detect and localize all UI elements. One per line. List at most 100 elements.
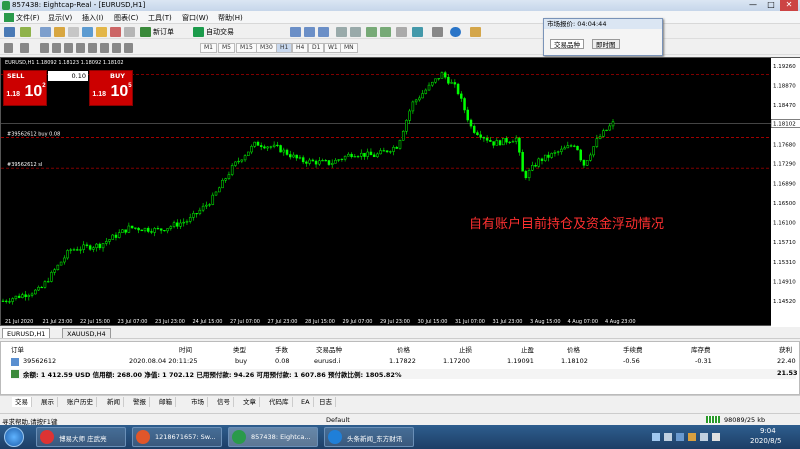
cursor-icon[interactable] (4, 43, 13, 53)
tf-mn[interactable]: MN (340, 43, 358, 53)
label-icon[interactable] (112, 43, 121, 53)
col-price[interactable]: 价格 (397, 344, 410, 354)
channel-icon[interactable] (76, 43, 85, 53)
tools-icon[interactable] (124, 27, 135, 37)
text-icon[interactable] (100, 43, 109, 53)
menu-charts[interactable]: 图表(C) (114, 13, 138, 23)
auto-trading-icon[interactable] (193, 27, 204, 37)
start-button[interactable] (4, 427, 24, 447)
col-commission[interactable]: 手续费 (623, 344, 643, 354)
editor-icon[interactable] (110, 27, 121, 37)
tab-symbols[interactable]: 交易品种 (550, 39, 584, 49)
clock-date[interactable]: 2020/8/5 (750, 437, 781, 445)
sell-button[interactable]: SELL 1.18 102 (3, 70, 47, 106)
tab-exposure[interactable]: 展示 (38, 397, 58, 407)
tab-alerts[interactable]: 警报 (130, 397, 150, 407)
trend-line-icon[interactable] (64, 43, 73, 53)
tab-trade[interactable]: 交易 (12, 397, 32, 407)
maximize-button[interactable]: □ (762, 0, 780, 11)
chart-tab-xauusd[interactable]: XAUUSD,H4 (62, 328, 111, 338)
close-button[interactable]: ✕ (780, 0, 798, 11)
col-type[interactable]: 类型 (233, 344, 246, 354)
zoom-in-icon[interactable] (336, 27, 347, 37)
market-watch-window[interactable]: 市场报价: 04:04:44 交易品种 即时图 (543, 18, 663, 56)
volume-input[interactable]: 0.10 (48, 71, 88, 81)
minimize-button[interactable]: — (744, 0, 762, 11)
tf-m5[interactable]: M5 (218, 43, 235, 53)
col-sl[interactable]: 止损 (459, 344, 472, 354)
tester-icon[interactable] (96, 27, 107, 37)
network-icon[interactable] (700, 433, 708, 441)
new-order-button[interactable]: 新订单 (153, 27, 174, 37)
tf-m30[interactable]: M30 (256, 43, 277, 53)
market-watch-icon[interactable] (40, 27, 51, 37)
crosshair-icon[interactable] (20, 43, 29, 53)
menu-view[interactable]: 显示(V) (48, 13, 72, 23)
volume-icon[interactable] (712, 433, 720, 441)
vertical-line-icon[interactable] (40, 43, 49, 53)
tray-icon[interactable] (664, 433, 672, 441)
tray-icon[interactable] (676, 433, 684, 441)
tile-icon[interactable] (366, 27, 377, 37)
new-order-icon[interactable] (140, 27, 151, 37)
autoscroll-icon[interactable] (380, 27, 391, 37)
tf-h4[interactable]: H4 (292, 43, 309, 53)
tab-articles[interactable]: 文章 (240, 397, 260, 407)
tab-signals[interactable]: 信号 (214, 397, 234, 407)
new-chart-icon[interactable] (4, 27, 15, 37)
candle-chart-icon[interactable] (304, 27, 315, 37)
tab-ea[interactable]: EA (298, 397, 314, 407)
col-order[interactable]: 订单 (11, 344, 24, 354)
table-row[interactable]: 39562612 2020.08.04 20:11:25 buy 0.08 eu… (11, 357, 796, 367)
history-icon[interactable] (450, 27, 461, 37)
navigator-icon[interactable] (68, 27, 79, 37)
tab-mailbox[interactable]: 邮箱 (156, 397, 176, 407)
cell-sl[interactable]: 1.17200 (443, 357, 470, 365)
tf-h1[interactable]: H1 (276, 43, 293, 53)
cell-tp[interactable]: 1.19091 (507, 357, 534, 365)
arrows-icon[interactable] (124, 43, 133, 53)
tab-history[interactable]: 账户历史 (64, 397, 97, 407)
col-profit[interactable]: 获利 (779, 344, 792, 354)
auto-trading-button[interactable]: 自动交易 (206, 27, 234, 37)
taskbar-item-chat[interactable]: 1218671657: Sw... (132, 427, 222, 447)
fibo-icon[interactable] (88, 43, 97, 53)
tf-d1[interactable]: D1 (308, 43, 325, 53)
menu-file[interactable]: 文件(F) (16, 13, 40, 23)
terminal-icon[interactable] (82, 27, 93, 37)
indicators-icon[interactable] (412, 27, 423, 37)
tab-tick-chart[interactable]: 即时图 (592, 39, 620, 49)
menu-insert[interactable]: 插入(I) (82, 13, 104, 23)
line-chart-icon[interactable] (318, 27, 329, 37)
taskbar-item-boyi[interactable]: 博易大师 庄武亮 (36, 427, 126, 447)
col-tp[interactable]: 止盈 (521, 344, 534, 354)
clock-time[interactable]: 9:04 (760, 427, 776, 435)
templates-icon[interactable] (470, 27, 481, 37)
data-window-icon[interactable] (54, 27, 65, 37)
tab-journal[interactable]: 日志 (316, 397, 336, 407)
col-symbol[interactable]: 交易品种 (316, 344, 342, 354)
tab-codebase[interactable]: 代码库 (266, 397, 293, 407)
menu-window[interactable]: 窗口(W) (182, 13, 208, 23)
tray-icon[interactable] (652, 433, 660, 441)
taskbar-item-mt4[interactable]: 857438: Eightca... (228, 427, 318, 447)
tf-m1[interactable]: M1 (200, 43, 217, 53)
zoom-out-icon[interactable] (350, 27, 361, 37)
chart-shift-icon[interactable] (396, 27, 407, 37)
tab-market[interactable]: 市场 (188, 397, 208, 407)
buy-button[interactable]: BUY 1.18 105 (89, 70, 133, 106)
profiles-icon[interactable] (20, 27, 31, 37)
periods-icon[interactable] (432, 27, 443, 37)
col-swap[interactable]: 库存费 (691, 344, 711, 354)
bar-chart-icon[interactable] (290, 27, 301, 37)
horizontal-line-icon[interactable] (52, 43, 61, 53)
menu-help[interactable]: 帮助(H) (218, 13, 243, 23)
chart-tab-eurusd[interactable]: EURUSD,H1 (2, 328, 51, 338)
col-lots[interactable]: 手数 (275, 344, 288, 354)
col-cur-price[interactable]: 价格 (567, 344, 580, 354)
menu-tools[interactable]: 工具(T) (148, 13, 172, 23)
tray-icon[interactable] (688, 433, 696, 441)
col-time[interactable]: 时间 (179, 344, 192, 354)
tab-news[interactable]: 新闻 (104, 397, 124, 407)
tf-m15[interactable]: M15 (236, 43, 257, 53)
